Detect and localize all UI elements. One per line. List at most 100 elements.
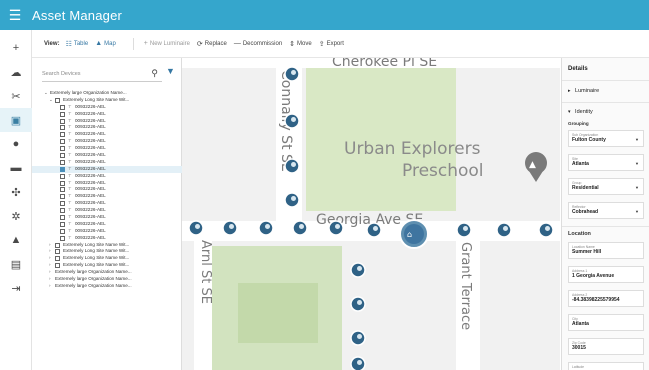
checkbox[interactable] — [60, 159, 65, 165]
luminaire-marker[interactable] — [456, 222, 472, 238]
luminaire-marker[interactable] — [284, 158, 300, 174]
tree-device-row[interactable]: ⊤ 00932226-AEL — [44, 159, 182, 166]
network-icon[interactable]: ✣ — [0, 180, 32, 204]
checkbox[interactable] — [60, 125, 65, 131]
luminaire-marker[interactable] — [366, 222, 382, 238]
checkbox[interactable] — [55, 263, 60, 269]
device-icon[interactable]: ▣ — [0, 108, 32, 132]
tree-device-row[interactable]: ⊤ 00932226-AEL — [44, 104, 182, 111]
checkbox[interactable] — [60, 111, 65, 117]
luminaire-marker[interactable] — [188, 220, 204, 236]
checkbox[interactable] — [60, 132, 65, 138]
checkbox[interactable] — [60, 228, 65, 234]
site-select[interactable]: Site Atlanta ▼ — [568, 154, 644, 171]
tree-device-row[interactable]: ⊤ 00932226-AEL — [44, 124, 182, 131]
checkbox[interactable] — [60, 152, 65, 158]
checkbox[interactable] — [60, 187, 65, 193]
checkbox[interactable] — [55, 256, 60, 262]
map-canvas[interactable]: Cherokee Pl SE Connally St SE Georgia Av… — [182, 58, 560, 370]
replace-button[interactable]: ⟳ Replace — [197, 40, 227, 48]
tree-device-row[interactable]: ⊤ 00932226-AEL — [44, 118, 182, 125]
city-field[interactable]: City Atlanta — [568, 314, 644, 331]
tree-device-row[interactable]: ⊤ 00932226-AEL — [44, 221, 182, 228]
luminaire-marker[interactable] — [538, 222, 554, 238]
checkbox[interactable] — [55, 242, 60, 248]
address1-field[interactable]: Address 1 1 Georgia Avenue — [568, 266, 644, 283]
tree-device-row[interactable]: ⊤ 00932226-AEL — [44, 152, 182, 159]
checkbox[interactable] — [60, 235, 65, 241]
location-icon[interactable]: ● — [0, 132, 32, 156]
checkbox[interactable] — [60, 173, 65, 179]
export-button[interactable]: ⇪ Export — [319, 40, 344, 48]
search-icon[interactable]: ⚲ — [151, 68, 158, 79]
user-icon[interactable]: ▲ — [0, 228, 32, 252]
luminaire-accordion[interactable]: ▸ Luminaire — [568, 88, 646, 94]
tree-org-collapsed[interactable]: › Extremely large Organization Name... — [44, 283, 182, 290]
address2-field[interactable]: Address 2 -84.38398225579954 — [568, 290, 644, 307]
tree-device-row[interactable]: ⊤ 00932226-AEL — [44, 200, 182, 207]
tools-icon[interactable]: ✂ — [0, 84, 32, 108]
filter-icon[interactable]: ▼ — [166, 66, 175, 76]
checkbox[interactable] — [60, 201, 65, 207]
calendar-icon[interactable]: ▤ — [0, 252, 32, 276]
latitude-field[interactable]: Latitude — [568, 362, 644, 370]
map-view-button[interactable]: ▲ Map — [95, 40, 116, 47]
tree-org-root[interactable]: ⌄ Extremely large Organization Name... — [44, 90, 182, 97]
checkbox[interactable] — [60, 180, 65, 186]
luminaire-marker[interactable] — [284, 192, 300, 208]
checkbox[interactable] — [60, 104, 65, 110]
checkbox[interactable] — [55, 97, 60, 103]
cloud-icon[interactable]: ☁ — [0, 60, 32, 84]
tree-device-row[interactable]: ⊤ 00932226-AEL — [32, 165, 182, 173]
tree-device-row[interactable]: ⊤ 00932226-AEL — [44, 173, 182, 180]
luminaire-marker[interactable] — [350, 356, 366, 370]
tree-site-collapsed[interactable]: › Extremely Long Site Name Wit... — [44, 262, 182, 269]
luminaire-marker[interactable] — [496, 222, 512, 238]
checkbox[interactable] — [55, 249, 60, 255]
checkbox[interactable] — [60, 194, 65, 200]
sub-organization-select[interactable]: Sub Organization Fulton County ▼ — [568, 130, 644, 147]
luminaire-marker[interactable] — [258, 220, 274, 236]
luminaire-marker[interactable] — [222, 220, 238, 236]
plus-icon[interactable]: + — [0, 36, 32, 60]
location-name-field[interactable]: Location Name Summer Hill — [568, 242, 644, 259]
luminaire-marker[interactable] — [284, 66, 300, 82]
tree-device-row[interactable]: ⊤ 00932226-AEL — [44, 186, 182, 193]
checkbox[interactable] — [60, 146, 65, 152]
map-view[interactable]: Cherokee Pl SE Connally St SE Georgia Av… — [182, 58, 560, 370]
decommission-button[interactable]: — Decommission — [234, 40, 282, 47]
checkbox[interactable] — [60, 208, 65, 214]
identity-accordion[interactable]: ▾ Identity — [568, 109, 646, 115]
settings-icon[interactable]: ✲ — [0, 204, 32, 228]
zip-code-field[interactable]: Zip Code 30015 — [568, 338, 644, 355]
tree-site-collapsed[interactable]: › Extremely Long Site Name Wit... — [44, 242, 182, 249]
logout-icon[interactable]: ⇥ — [0, 276, 32, 300]
checkbox[interactable] — [60, 214, 65, 220]
luminaire-marker[interactable] — [350, 262, 366, 278]
tree-site-open[interactable]: ⌄ Extremely Long Site Name Wit... — [44, 97, 182, 104]
selected-luminaire-marker[interactable]: ⌂ — [399, 219, 429, 249]
tree-device-row[interactable]: ⊤ 00932226-AEL — [44, 207, 182, 214]
tree-device-row[interactable]: ⊤ 00932226-AEL — [44, 214, 182, 221]
reflector-select[interactable]: Reflector Cobrahead ▼ — [568, 202, 644, 219]
tree-org-collapsed[interactable]: › Extremely large Organization Name... — [44, 276, 182, 283]
luminaire-marker[interactable] — [284, 113, 300, 129]
tree-site-collapsed[interactable]: › Extremely Long Site Name Wit... — [44, 255, 182, 262]
new-luminaire-button[interactable]: + New Luminaire — [144, 40, 190, 47]
luminaire-marker[interactable] — [350, 330, 366, 346]
group-select[interactable]: Group Residential ▼ — [568, 178, 644, 195]
tree-device-row[interactable]: ⊤ 00932226-AEL — [44, 145, 182, 152]
move-button[interactable]: ⇕ Move — [289, 40, 312, 48]
truck-icon[interactable]: ▬ — [0, 156, 32, 180]
luminaire-marker[interactable] — [328, 220, 344, 236]
luminaire-marker[interactable] — [292, 220, 308, 236]
tree-device-row[interactable]: ⊤ 00932226-AEL — [44, 193, 182, 200]
table-view-button[interactable]: ☷ Table — [66, 40, 89, 48]
checkbox[interactable] — [60, 118, 65, 124]
checkbox[interactable] — [60, 139, 65, 145]
checkbox[interactable] — [60, 166, 65, 172]
luminaire-marker[interactable] — [350, 296, 366, 312]
tree-org-collapsed[interactable]: › Extremely large Organization Name... — [44, 269, 182, 276]
tree-site-collapsed[interactable]: › Extremely Long Site Name Wit... — [44, 248, 182, 255]
hamburger-icon[interactable]: ☰ — [0, 0, 30, 30]
